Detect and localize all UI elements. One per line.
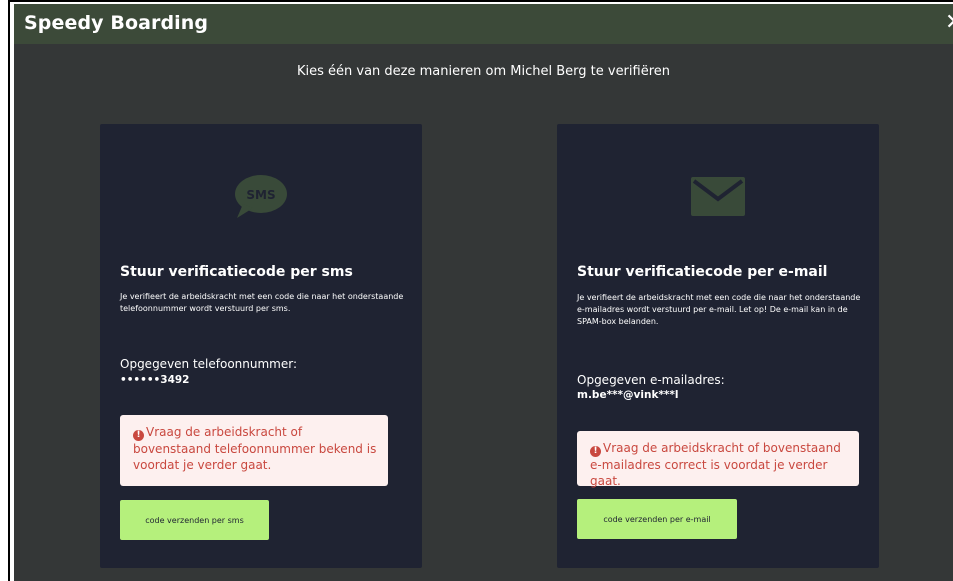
alert-icon: ! — [590, 446, 601, 457]
sms-icon-label: SMS — [246, 188, 275, 202]
verification-modal: Speedy Boarding ✕ Kies één van deze mani… — [14, 4, 953, 581]
app-title: Speedy Boarding — [24, 12, 209, 34]
sms-description: Je verifieert de arbeidskracht met een c… — [120, 292, 404, 313]
sms-warning: ! Vraag de arbeidskracht of bovenstaand t… — [120, 415, 388, 486]
sms-bubble-icon: SMS — [235, 175, 287, 218]
phone-value: ••••••3492 — [120, 374, 190, 386]
email-description: Je verifieert de arbeidskracht met een c… — [577, 293, 861, 326]
instruction-text: Kies één van deze manieren om Michel Ber… — [296, 64, 671, 79]
email-label: Opgegeven e-mailadres: — [577, 373, 725, 387]
alert-icon: ! — [133, 430, 144, 441]
email-warning-text: Vraag de arbeidskracht of bovenstaand e-… — [590, 441, 841, 488]
send-sms-button[interactable]: code verzenden per sms — [120, 500, 269, 540]
email-value: m.be***@vink***l — [577, 389, 679, 401]
sms-warning-text: Vraag de arbeidskracht of bovenstaand te… — [133, 425, 377, 472]
sms-heading: Stuur verificatiecode per sms — [120, 264, 353, 280]
email-heading: Stuur verificatiecode per e-mail — [577, 264, 828, 280]
email-warning: ! Vraag de arbeidskracht of bovenstaand e… — [577, 431, 859, 488]
modal-header: Speedy Boarding ✕ — [14, 4, 953, 44]
envelope-icon — [691, 177, 745, 216]
send-email-button[interactable]: code verzenden per e-mail — [577, 499, 737, 539]
email-option-card: Stuur verificatiecode per e-mail Je veri… — [557, 124, 879, 568]
close-icon[interactable]: ✕ — [945, 10, 953, 35]
window-border-top — [8, 0, 953, 2]
phone-label: Opgegeven telefoonnummer: — [120, 357, 298, 371]
sms-option-card: SMS Stuur verificatiecode per sms Je ver… — [100, 124, 422, 568]
window-border-left — [8, 0, 10, 581]
